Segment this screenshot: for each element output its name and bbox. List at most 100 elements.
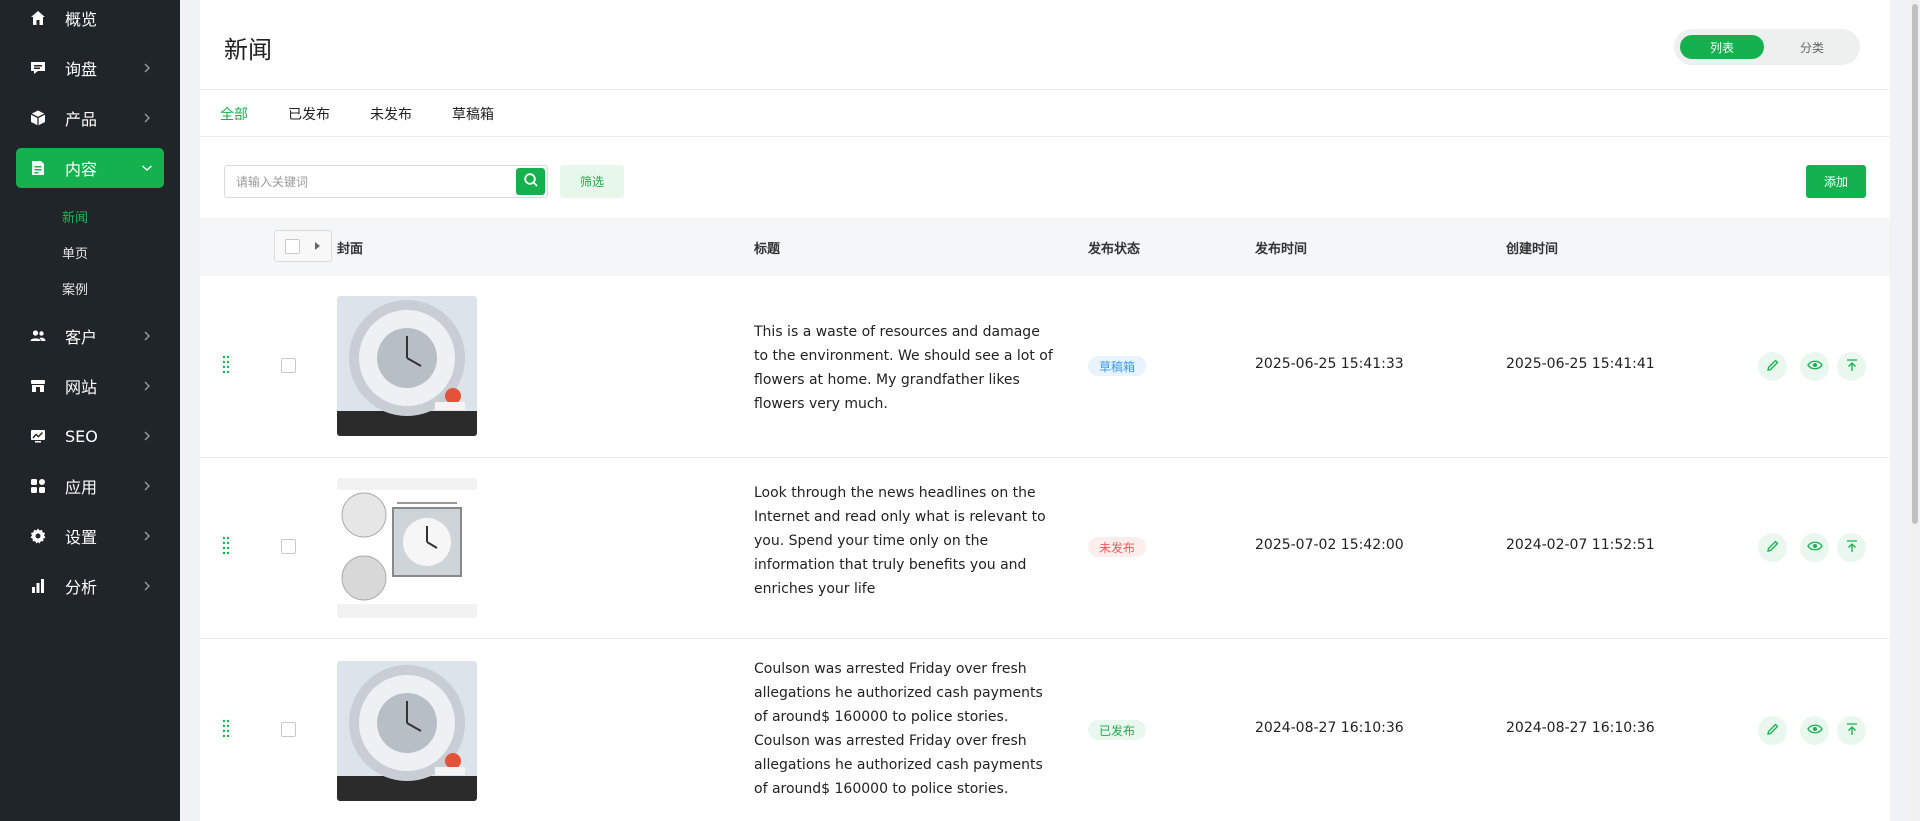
eye-icon [1806, 721, 1823, 740]
bar-chart-icon [28, 576, 48, 596]
chevron-right-icon [140, 479, 154, 493]
sidebar-item-label: 分析 [65, 578, 98, 597]
chevron-right-icon [140, 379, 154, 393]
page-title: 新闻 [224, 36, 272, 64]
edit-button[interactable] [1758, 716, 1787, 745]
filter-button[interactable]: 筛选 [560, 165, 624, 198]
table-row: Look through the news headlines on the I… [200, 458, 1890, 639]
pin-top-button[interactable] [1837, 716, 1866, 745]
sidebar-item-website[interactable]: 网站 [16, 366, 164, 406]
eye-icon [1806, 357, 1823, 376]
select-all-checkbox[interactable] [285, 239, 300, 254]
box-icon [28, 108, 48, 128]
create-time: 2024-02-07 11:52:51 [1506, 537, 1655, 553]
category-view-button[interactable]: 分类 [1770, 35, 1854, 59]
table-row: Coulson was arrested Friday over fresh a… [200, 639, 1890, 821]
chevron-right-icon [140, 61, 154, 75]
sidebar-item-label: 产品 [65, 110, 98, 129]
tab-unpublished[interactable]: 未发布 [370, 104, 412, 124]
sidebar-item-settings[interactable]: 设置 [16, 516, 164, 556]
cover-image [337, 296, 477, 436]
news-title[interactable]: Look through the news headlines on the I… [754, 481, 1054, 601]
sidebar-subitem-news[interactable]: 新闻 [62, 207, 88, 226]
search-icon [523, 172, 539, 192]
cover-image [337, 661, 477, 801]
create-time: 2024-08-27 16:10:36 [1506, 720, 1655, 736]
edit-button[interactable] [1758, 533, 1787, 562]
chevron-down-icon [140, 161, 154, 175]
users-icon [28, 326, 48, 346]
sidebar-item-customers[interactable]: 客户 [16, 316, 164, 356]
pin-top-button[interactable] [1837, 533, 1866, 562]
search-button[interactable] [516, 168, 545, 195]
row-checkbox[interactable] [281, 539, 296, 554]
status-badge: 已发布 [1088, 720, 1147, 740]
drag-handle-icon[interactable] [222, 355, 230, 373]
sidebar-item-label: 设置 [65, 528, 98, 547]
vertical-scrollbar[interactable] [1910, 0, 1920, 821]
edit-button[interactable] [1758, 352, 1787, 381]
apps-icon [28, 476, 48, 496]
chevron-right-icon [140, 329, 154, 343]
sidebar-item-apps[interactable]: 应用 [16, 466, 164, 506]
chevron-right-icon [140, 579, 154, 593]
drag-handle-icon[interactable] [222, 719, 230, 737]
preview-button[interactable] [1800, 352, 1829, 381]
tab-all[interactable]: 全部 [220, 104, 248, 124]
sidebar-item-overview[interactable]: 概览 [16, 0, 164, 38]
column-header-publish-time: 发布时间 [1255, 242, 1308, 257]
column-header-status: 发布状态 [1088, 242, 1141, 257]
preview-button[interactable] [1800, 533, 1829, 562]
row-checkbox[interactable] [281, 358, 296, 373]
gear-icon [28, 526, 48, 546]
news-title[interactable]: This is a waste of resources and damage … [754, 320, 1054, 416]
table-row: This is a waste of resources and damage … [200, 276, 1890, 458]
drag-handle-icon[interactable] [222, 536, 230, 554]
caret-right-icon [315, 242, 320, 250]
divider [200, 89, 1890, 90]
row-checkbox[interactable] [281, 722, 296, 737]
eye-icon [1806, 538, 1823, 557]
column-header-cover: 封面 [337, 242, 364, 257]
sidebar-item-seo[interactable]: SEO [16, 416, 164, 456]
sidebar-item-content[interactable]: 内容 [16, 148, 164, 188]
sidebar-item-label: 应用 [65, 478, 98, 497]
sidebar-item-label: 客户 [65, 328, 98, 347]
seo-chart-icon [28, 426, 48, 446]
chevron-right-icon [140, 429, 154, 443]
search-input[interactable] [225, 166, 515, 197]
add-button[interactable]: 添加 [1806, 165, 1866, 198]
list-view-button[interactable]: 列表 [1680, 35, 1764, 59]
message-icon [28, 58, 48, 78]
sidebar-item-analytics[interactable]: 分析 [16, 566, 164, 606]
divider [200, 136, 1890, 137]
sidebar-item-products[interactable]: 产品 [16, 98, 164, 138]
preview-button[interactable] [1800, 716, 1829, 745]
pin-top-button[interactable] [1837, 352, 1866, 381]
sidebar-subitem-cases[interactable]: 案例 [62, 279, 88, 298]
publish-time: 2025-06-25 15:41:33 [1255, 356, 1404, 372]
sidebar: 概览 询盘 产品 内容 新闻 单页 案例 客户 网站 SEO 应用 设置 分析 [0, 0, 180, 821]
search-box [224, 165, 548, 198]
cover-image [337, 478, 477, 618]
select-all-dropdown[interactable] [274, 230, 332, 262]
store-icon [28, 376, 48, 396]
main-panel: 新闻 列表 分类 全部 已发布 未发布 草稿箱 筛选 添加 封面 标题 发布状态… [200, 0, 1890, 821]
table-header: 封面 标题 发布状态 发布时间 创建时间 [200, 218, 1890, 276]
chevron-right-icon [140, 111, 154, 125]
sidebar-subitem-pages[interactable]: 单页 [62, 243, 88, 262]
sidebar-item-label: SEO [65, 426, 98, 446]
status-badge: 未发布 [1088, 537, 1147, 557]
scrollbar-thumb[interactable] [1912, 4, 1918, 524]
status-badge: 草稿箱 [1088, 356, 1147, 376]
create-time: 2025-06-25 15:41:41 [1506, 356, 1655, 372]
sidebar-item-label: 网站 [65, 378, 98, 397]
sidebar-item-inquiry[interactable]: 询盘 [16, 48, 164, 88]
chevron-right-icon [140, 529, 154, 543]
news-title[interactable]: Coulson was arrested Friday over fresh a… [754, 657, 1054, 801]
tab-published[interactable]: 已发布 [288, 104, 330, 124]
column-header-title: 标题 [754, 242, 781, 257]
pencil-icon [1766, 721, 1780, 740]
tab-drafts[interactable]: 草稿箱 [452, 104, 494, 124]
sidebar-item-label: 概览 [65, 10, 98, 29]
